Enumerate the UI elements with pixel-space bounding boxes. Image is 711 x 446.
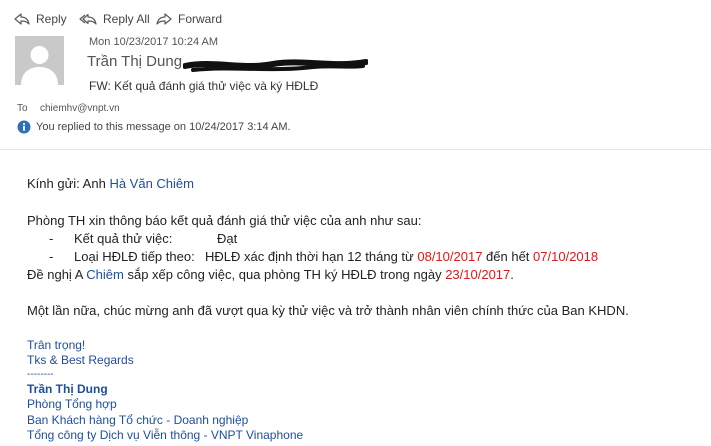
redacted-email-mark: [183, 59, 368, 72]
request-end: .: [510, 267, 514, 282]
sender-avatar[interactable]: [15, 36, 64, 85]
greeting-prefix: Kính gửi: Anh: [27, 176, 110, 191]
info-text: You replied to this message on 10/24/201…: [36, 121, 291, 133]
forward-label: Forward: [178, 12, 223, 26]
contract-to-date: 07/10/2018: [533, 249, 599, 264]
to-recipient[interactable]: chiemhv@vnpt.vn: [40, 103, 120, 114]
signature-divider: --------: [27, 369, 54, 380]
info-icon: [17, 120, 31, 134]
reply-icon: [14, 13, 30, 25]
signature-dept: Phòng Tổng hợp: [27, 397, 117, 411]
bullet-dash: -: [49, 231, 54, 246]
sender-name[interactable]: Trần Thị Dung: [87, 53, 182, 70]
result-label: Kết quả thử việc:: [74, 231, 173, 246]
contract-value: HĐLĐ xác định thời hạn 12 tháng từ 08/10…: [205, 249, 598, 264]
message-date: Mon 10/23/2017 10:24 AM: [89, 36, 219, 48]
signature-closing: Trân trọng!: [27, 338, 86, 352]
reply-all-label: Reply All: [103, 12, 150, 26]
result-value: Đạt: [217, 231, 238, 246]
to-label: To: [17, 103, 28, 114]
greeting-line: Kính gửi: Anh Hà Văn Chiêm: [27, 176, 194, 191]
forward-button[interactable]: Forward: [156, 9, 222, 29]
contract-label: Loại HĐLĐ tiếp theo:: [74, 249, 195, 264]
signature-name: Trần Thị Dung: [27, 382, 108, 396]
result-item: - Kết quả thử việc: Đạt: [27, 231, 707, 249]
contract-item: - Loại HĐLĐ tiếp theo: HĐLĐ xác định thờ…: [27, 249, 707, 267]
person-icon: [15, 36, 64, 85]
greeting-name: Hà Văn Chiêm: [109, 176, 194, 191]
request-line: Đề nghị A Chiêm sắp xếp công việc, qua p…: [27, 267, 514, 282]
contract-text: HĐLĐ xác định thời hạn 12 tháng từ: [205, 249, 418, 264]
reply-button[interactable]: Reply: [14, 9, 67, 29]
contract-from-date: 08/10/2017: [417, 249, 483, 264]
message-subject: FW: Kết quả đánh giá thử việc và ký HĐLĐ: [89, 79, 319, 93]
intro-line: Phòng TH xin thông báo kết quả đánh giá …: [27, 213, 422, 228]
signature-company: Tổng công ty Dịch vụ Viễn thông - VNPT V…: [27, 428, 304, 442]
request-prefix: Đề nghị A: [27, 267, 87, 282]
request-date: 23/10/2017: [445, 267, 511, 282]
request-name: Chiêm: [86, 267, 124, 282]
reply-label: Reply: [36, 12, 67, 26]
info-bar: You replied to this message on 10/24/201…: [17, 120, 291, 134]
bullet-dash: -: [49, 249, 54, 264]
message-toolbar: Reply Reply All Forward: [0, 0, 711, 34]
forward-icon: [156, 13, 172, 25]
reply-all-button[interactable]: Reply All: [79, 9, 150, 29]
request-mid: sắp xếp công việc, qua phòng TH ký HĐLĐ …: [123, 267, 446, 282]
header-divider: [0, 149, 711, 150]
signature-regards: Tks & Best Regards: [27, 353, 134, 367]
contract-mid-text: đến hết: [482, 249, 534, 264]
reply-all-icon: [79, 13, 97, 25]
congrats-line: Một lần nữa, chúc mừng anh đã vượt qua k…: [27, 303, 629, 318]
signature-division: Ban Khách hàng Tổ chức - Doanh nghiệp: [27, 413, 249, 427]
